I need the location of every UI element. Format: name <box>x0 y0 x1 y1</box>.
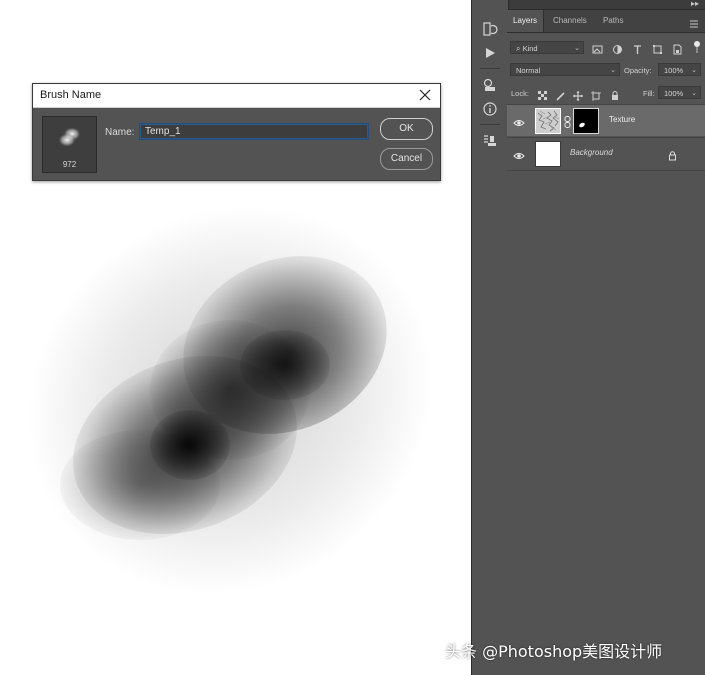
watermark-text: 头条 @Photoshop美图设计师 <box>445 642 663 661</box>
visibility-eye-icon[interactable] <box>513 115 525 126</box>
fill-value: 100% <box>664 89 684 98</box>
type-layer-filter-icon[interactable] <box>632 42 643 54</box>
collapse-right-icon[interactable]: ▸▸ <box>691 0 699 8</box>
blend-mode-value: Normal <box>516 66 541 75</box>
layer-name-texture[interactable]: Texture <box>609 115 635 124</box>
chevron-down-icon: ⌄ <box>574 45 580 52</box>
layer-row-texture[interactable]: Texture <box>507 105 705 136</box>
pixel-layer-filter-icon[interactable] <box>592 42 603 54</box>
lock-transparent-pixels-icon[interactable] <box>538 88 548 100</box>
smart-object-filter-icon[interactable] <box>672 42 683 55</box>
chevron-down-icon: ⌄ <box>691 67 697 74</box>
panel-menu-icon[interactable] <box>689 16 699 28</box>
lock-label: Lock: <box>511 89 529 98</box>
mask-link-chain-icon[interactable] <box>564 115 571 133</box>
tab-layers[interactable]: Layers <box>507 10 545 32</box>
background-layer-thumbnail[interactable] <box>535 141 561 167</box>
strip-divider <box>480 124 500 125</box>
close-icon[interactable] <box>416 86 434 104</box>
dialog-titlebar: Brush Name <box>33 84 440 108</box>
dialog-title: Brush Name <box>40 89 102 101</box>
filter-toggle-icon[interactable] <box>693 40 704 53</box>
layer-filter-select[interactable]: ⌕ Kind ⌄ <box>510 41 584 54</box>
history-icon[interactable] <box>481 20 499 38</box>
layer-name-background[interactable]: Background <box>570 148 613 157</box>
brush-name-dialog: Brush Name 972 Name: OK Cancel <box>32 83 441 181</box>
strip-divider <box>480 68 500 69</box>
tab-channels[interactable]: Channels <box>547 10 593 32</box>
opacity-input[interactable]: 100% ⌄ <box>658 63 701 76</box>
lock-image-pixels-icon[interactable] <box>556 88 566 101</box>
fill-input[interactable]: 100% ⌄ <box>658 86 701 99</box>
lock-artboard-icon[interactable] <box>591 88 601 101</box>
brush-preview: 972 <box>42 116 97 173</box>
layer-locked-icon <box>668 148 677 161</box>
ok-button[interactable]: OK <box>380 118 433 140</box>
layer-mask-thumbnail[interactable] <box>573 108 599 134</box>
smoke-texture-core-2 <box>240 330 330 400</box>
blend-mode-select[interactable]: Normal ⌄ <box>510 63 620 76</box>
tab-paths[interactable]: Paths <box>597 10 629 32</box>
layers-divider <box>507 170 705 171</box>
layer-row-background[interactable]: Background <box>507 138 705 169</box>
clone-source-icon[interactable] <box>481 132 499 150</box>
collapsed-panels-strip <box>471 0 509 675</box>
search-icon: ⌕ <box>516 44 521 53</box>
smoke-texture-wisp <box>60 430 220 540</box>
chevron-down-icon: ⌄ <box>691 90 697 97</box>
opacity-label: Opacity: <box>624 66 652 75</box>
visibility-eye-icon[interactable] <box>513 148 525 159</box>
filter-kind-label: Kind <box>522 44 538 53</box>
chevron-down-icon: ⌄ <box>610 67 616 74</box>
cancel-button[interactable]: Cancel <box>380 148 433 170</box>
brush-name-input[interactable] <box>140 124 368 139</box>
brush-thumbnail-icon <box>58 127 81 147</box>
name-label: Name: <box>105 127 135 138</box>
layers-panel: Layers Channels Paths ⌕ Kind ⌄ Normal ⌄ … <box>507 10 705 675</box>
shape-layer-filter-icon[interactable] <box>652 42 663 54</box>
adjustment-layer-filter-icon[interactable] <box>612 42 623 54</box>
lock-all-icon[interactable] <box>610 88 620 100</box>
texture-layer-thumbnail[interactable] <box>535 108 561 134</box>
properties-icon[interactable] <box>481 76 499 94</box>
opacity-value: 100% <box>664 66 684 75</box>
brush-size-label: 972 <box>62 160 77 169</box>
info-icon[interactable] <box>481 100 499 118</box>
actions-play-icon[interactable] <box>481 44 499 62</box>
lock-position-icon[interactable] <box>573 88 583 101</box>
fill-label: Fill: <box>643 89 655 98</box>
panel-tabs: Layers Channels Paths <box>507 10 705 33</box>
